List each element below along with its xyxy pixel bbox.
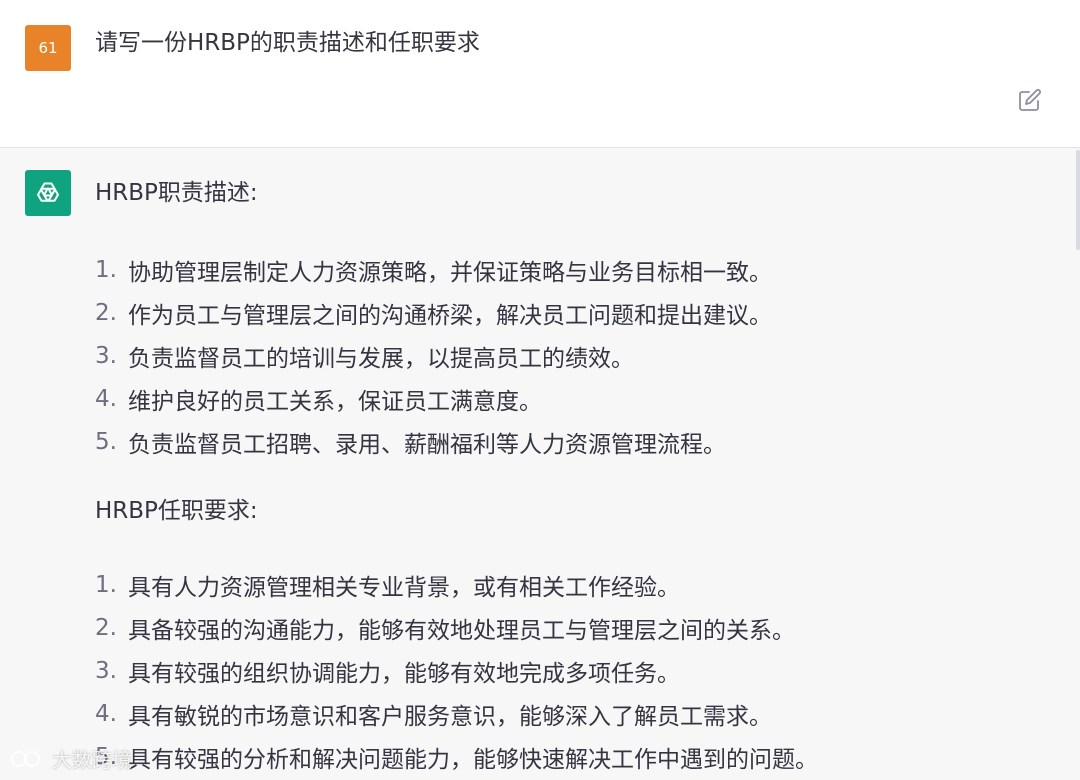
list-item-text: 具有敏锐的市场意识和客户服务意识，能够深入了解员工需求。 [128, 703, 772, 730]
list-item: 4. 维护良好的员工关系，保证员工满意度。 [95, 377, 772, 420]
user-message: 61 请写一份HRBP的职责描述和任职要求 [0, 0, 1080, 148]
bot-avatar [25, 170, 71, 216]
list-item: 5. 具有较强的分析和解决问题能力，能够快速解决工作中遇到的问题。 [95, 735, 818, 778]
list-item-text: 作为员工与管理层之间的沟通桥梁，解决员工问题和提出建议。 [128, 302, 772, 329]
list-item-text: 具备较强的沟通能力，能够有效地处理员工与管理层之间的关系。 [128, 617, 795, 644]
list-item: 2. 作为员工与管理层之间的沟通桥梁，解决员工问题和提出建议。 [95, 291, 772, 334]
list-item-text: 具有较强的分析和解决问题能力，能够快速解决工作中遇到的问题。 [128, 746, 818, 773]
list-item-number: 3. [95, 657, 117, 684]
watermark: 大数跨境 [10, 744, 132, 773]
list-item: 1. 具有人力资源管理相关专业背景，或有相关工作经验。 [95, 563, 818, 606]
edit-icon [1019, 89, 1041, 111]
list-item-text: 维护良好的员工关系，保证员工满意度。 [128, 388, 542, 415]
responsibilities-list: 1. 协助管理层制定人力资源策略，并保证策略与业务目标相一致。 2. 作为员工与管理… [95, 248, 772, 463]
list-item: 1. 协助管理层制定人力资源策略，并保证策略与业务目标相一致。 [95, 248, 772, 291]
list-item-number: 4. [95, 700, 117, 727]
list-item-number: 5. [95, 428, 117, 455]
list-item: 5. 负责监督员工招聘、录用、薪酬福利等人力资源管理流程。 [95, 420, 772, 463]
assistant-message: HRBP职责描述: 1. 协助管理层制定人力资源策略，并保证策略与业务目标相一致。… [0, 149, 1080, 780]
list-item-number: 2. [95, 614, 117, 641]
openai-logo-icon [37, 182, 59, 202]
list-item-text: 负责监督员工的培训与发展，以提高员工的绩效。 [128, 345, 634, 372]
list-item: 4. 具有敏锐的市场意识和客户服务意识，能够深入了解员工需求。 [95, 692, 818, 735]
edit-message-button[interactable] [1016, 86, 1044, 114]
list-item-number: 1. [95, 571, 117, 598]
list-item: 3. 负责监督员工的培训与发展，以提高员工的绩效。 [95, 334, 772, 377]
list-item-text: 具有较强的组织协调能力，能够有效地完成多项任务。 [128, 660, 680, 687]
watermark-logo-icon [11, 750, 40, 767]
list-item-number: 4. [95, 385, 117, 412]
watermark-text: 大数跨境 [52, 748, 132, 772]
user-message-text: 请写一份HRBP的职责描述和任职要求 [95, 30, 480, 56]
list-item-number: 3. [95, 342, 117, 369]
list-item-number: 1. [95, 256, 117, 283]
section-heading-responsibilities: HRBP职责描述: [95, 180, 258, 206]
section-heading-requirements: HRBP任职要求: [95, 498, 258, 524]
list-item-text: 具有人力资源管理相关专业背景，或有相关工作经验。 [128, 574, 680, 601]
scrollbar[interactable] [1076, 150, 1080, 250]
requirements-list: 1. 具有人力资源管理相关专业背景，或有相关工作经验。 2. 具备较强的沟通能力，能… [95, 563, 818, 778]
list-item-number: 2. [95, 299, 117, 326]
list-item-text: 负责监督员工招聘、录用、薪酬福利等人力资源管理流程。 [128, 431, 726, 458]
list-item: 3. 具有较强的组织协调能力，能够有效地完成多项任务。 [95, 649, 818, 692]
user-avatar: 61 [25, 25, 71, 71]
list-item-text: 协助管理层制定人力资源策略，并保证策略与业务目标相一致。 [128, 259, 772, 286]
list-item: 2. 具备较强的沟通能力，能够有效地处理员工与管理层之间的关系。 [95, 606, 818, 649]
